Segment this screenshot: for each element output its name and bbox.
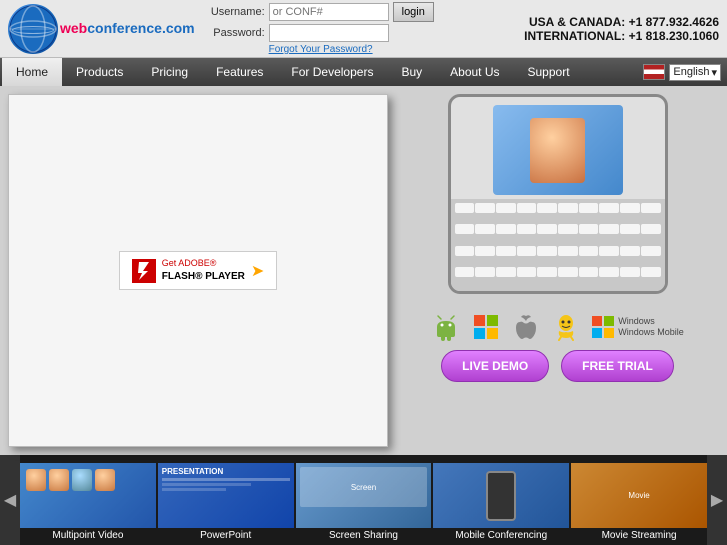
strip-label-1: Multipoint Video xyxy=(20,528,156,545)
language-dropdown[interactable]: English ▾ xyxy=(669,64,721,81)
strip-thumb-4 xyxy=(433,463,569,528)
password-row: Password: xyxy=(205,24,434,42)
strip-next-arrow[interactable]: ▶ xyxy=(707,455,727,545)
login-button[interactable]: login xyxy=(393,2,434,22)
bottom-strip: ◀ Multipoint Video PRESENTATION xyxy=(0,455,727,545)
logo-conference: conference xyxy=(87,20,162,36)
logo-globe xyxy=(8,4,58,54)
strip-thumb-2: PRESENTATION xyxy=(158,463,294,528)
os-icons: Windows Windows Mobile xyxy=(431,312,684,342)
nav-support[interactable]: Support xyxy=(514,58,584,86)
flash-arrow-icon: ➤ xyxy=(251,261,264,281)
flash-adobe-label: FLASH® PLAYER xyxy=(162,270,245,283)
logo-text: webconference.com xyxy=(60,21,195,36)
strip-prev-arrow[interactable]: ◀ xyxy=(0,455,20,545)
apple-icon xyxy=(511,312,541,342)
header: webconference.com Username: login Passwo… xyxy=(0,0,727,58)
login-area: Username: login Password: Forgot Your Pa… xyxy=(205,2,434,55)
logo-area: webconference.com xyxy=(8,4,195,54)
logo-web: web xyxy=(60,20,87,36)
nav-about[interactable]: About Us xyxy=(436,58,513,86)
strip-items: Multipoint Video PRESENTATION PowerPoint… xyxy=(20,455,707,545)
android-icon xyxy=(431,312,461,342)
intl-phone: INTERNATIONAL: +1 818.230.1060 xyxy=(524,29,719,43)
strip-item-5[interactable]: Movie Movie Streaming xyxy=(571,455,707,545)
phone-image: for(let i=0;i<40;i++) document.write('<d… xyxy=(428,84,688,304)
windows-mobile-label: Windows Windows Mobile xyxy=(618,316,684,338)
strip-label-3: Screen Sharing xyxy=(296,528,432,545)
flash-area: Get ADOBE® FLASH® PLAYER ➤ xyxy=(8,94,388,447)
username-input[interactable] xyxy=(269,3,389,21)
language-flag xyxy=(643,64,665,80)
username-row: Username: login xyxy=(205,2,434,22)
flash-get-label: Get ADOBE® xyxy=(162,258,245,270)
nav-buy[interactable]: Buy xyxy=(387,58,436,86)
phone-screen xyxy=(493,105,623,195)
phone-keyboard: for(let i=0;i<40;i++) document.write('<d… xyxy=(451,199,665,291)
language-label: English xyxy=(673,66,709,78)
strip-label-2: PowerPoint xyxy=(158,528,294,545)
strip-item-2[interactable]: PRESENTATION PowerPoint xyxy=(158,455,294,545)
forgot-password-link[interactable]: Forgot Your Password? xyxy=(269,44,434,55)
strip-label-5: Movie Streaming xyxy=(571,528,707,545)
strip-thumb-1 xyxy=(20,463,156,528)
windows-mobile-area: Windows Windows Mobile xyxy=(591,315,684,339)
strip-label-4: Mobile Conferencing xyxy=(433,528,569,545)
strip-item-3[interactable]: Screen Screen Sharing xyxy=(296,455,432,545)
flash-plugin-box[interactable]: Get ADOBE® FLASH® PLAYER ➤ xyxy=(119,251,278,290)
usa-phone: USA & CANADA: +1 877.932.4626 xyxy=(524,15,719,29)
windows-icon xyxy=(471,312,501,342)
right-panel: for(let i=0;i<40;i++) document.write('<d… xyxy=(396,94,719,447)
strip-thumb-5: Movie xyxy=(571,463,707,528)
nav-pricing[interactable]: Pricing xyxy=(137,58,202,86)
logo-tld: .com xyxy=(162,20,195,36)
nav-developers[interactable]: For Developers xyxy=(277,58,387,86)
strip-item-4[interactable]: Mobile Conferencing xyxy=(433,455,569,545)
contact-area: USA & CANADA: +1 877.932.4626 INTERNATIO… xyxy=(524,15,719,43)
live-demo-button[interactable]: LIVE DEMO xyxy=(441,350,549,382)
flash-icon xyxy=(132,259,156,283)
username-label: Username: xyxy=(205,6,265,18)
nav-products[interactable]: Products xyxy=(62,58,137,86)
strip-item-1[interactable]: Multipoint Video xyxy=(20,455,156,545)
strip-thumb-3: Screen xyxy=(296,463,432,528)
navbar: Home Products Pricing Features For Devel… xyxy=(0,58,727,86)
password-input[interactable] xyxy=(269,24,389,42)
demo-buttons: LIVE DEMO FREE TRIAL xyxy=(441,350,674,382)
phone-device: for(let i=0;i<40;i++) document.write('<d… xyxy=(448,94,668,294)
free-trial-button[interactable]: FREE TRIAL xyxy=(561,350,674,382)
chevron-down-icon: ▾ xyxy=(711,66,717,79)
nav-home[interactable]: Home xyxy=(2,58,62,86)
password-label: Password: xyxy=(205,27,265,39)
nav-features[interactable]: Features xyxy=(202,58,277,86)
main-content: Get ADOBE® FLASH® PLAYER ➤ for(let i=0;i xyxy=(0,86,727,455)
language-selector[interactable]: English ▾ xyxy=(643,64,725,81)
flash-text: Get ADOBE® FLASH® PLAYER xyxy=(162,258,245,283)
linux-icon xyxy=(551,312,581,342)
